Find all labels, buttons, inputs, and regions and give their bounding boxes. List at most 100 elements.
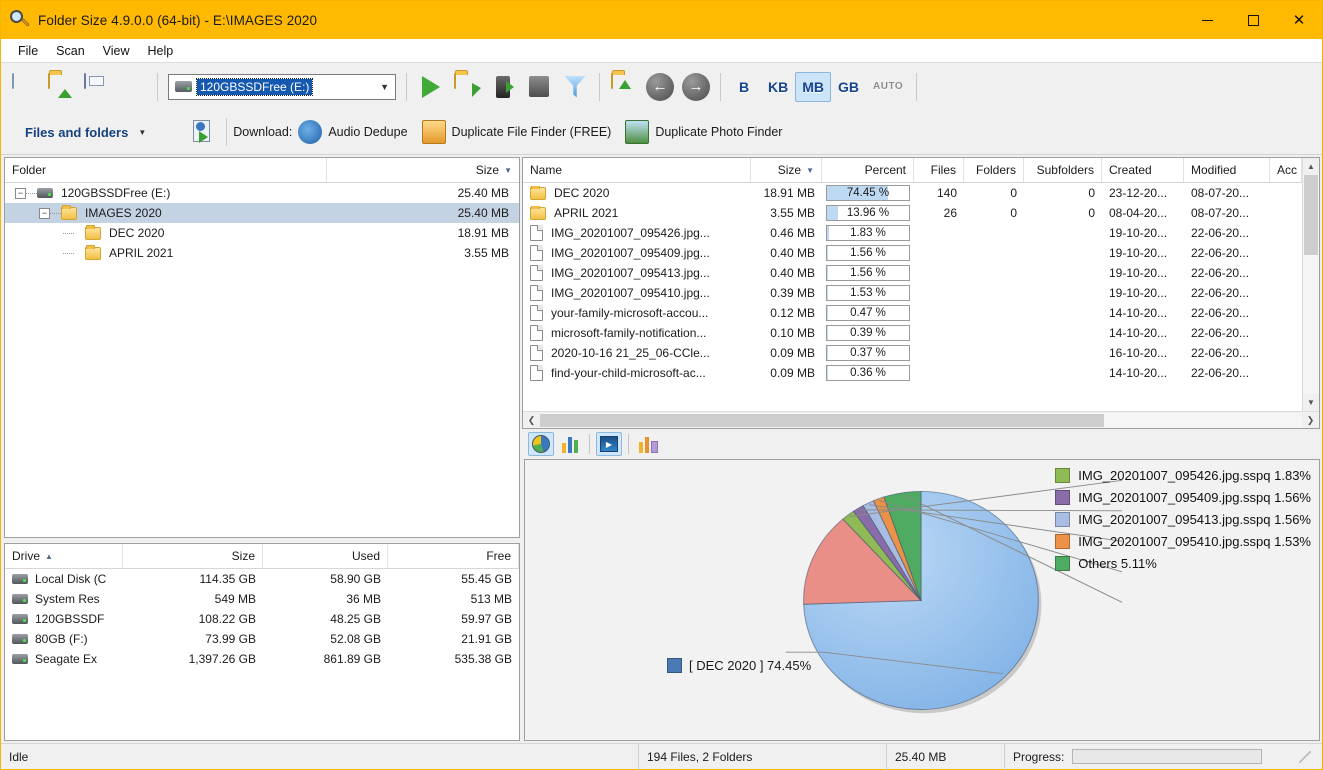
save-chart-icon[interactable] (635, 432, 661, 456)
menu-scan[interactable]: Scan (47, 42, 94, 60)
file-name: IMG_20201007_095409.jpg... (551, 246, 710, 260)
maximize-button[interactable] (1230, 1, 1276, 39)
export-report-icon[interactable] (184, 114, 220, 150)
drive-row[interactable]: Seagate Ex 1,397.26 GB 861.89 GB 535.38 GB (5, 649, 519, 669)
link-audio-dedupe[interactable]: Audio Dedupe (298, 120, 408, 144)
file-row[interactable]: APRIL 2021 3.55 MB 13.96 % 26 0 0 08-04-20... 0… (523, 203, 1302, 223)
file-row[interactable]: 2020-10-16 21_25_06-CCle... 0.09 MB 0.37 %… (523, 343, 1302, 363)
col-modified[interactable]: Modified (1184, 158, 1270, 182)
expander-icon[interactable]: − (39, 207, 50, 219)
bar-chart-icon[interactable] (557, 432, 583, 456)
drive-row[interactable]: 80GB (F:) 73.99 GB 52.08 GB 21.91 GB (5, 629, 519, 649)
col-accessed[interactable]: Acc (1270, 158, 1302, 182)
link-duplicate-file-finder[interactable]: Duplicate File Finder (FREE) (421, 120, 611, 144)
scan-folder-icon[interactable] (449, 69, 485, 105)
col-folders[interactable]: Folders (964, 158, 1024, 182)
file-row[interactable]: microsoft-family-notification... 0.10 MB 0… (523, 323, 1302, 343)
open-folder-icon[interactable] (43, 69, 79, 105)
scan-start-icon[interactable] (413, 69, 449, 105)
back-icon[interactable]: ← (642, 69, 678, 105)
col-percent[interactable]: Percent (822, 158, 914, 182)
drive-row[interactable]: Local Disk (C 114.35 GB 58.90 GB 55.45 GB (5, 569, 519, 589)
resize-grip-icon[interactable] (1299, 750, 1311, 763)
col-files[interactable]: Files (914, 158, 964, 182)
col-subfolders[interactable]: Subfolders (1024, 158, 1102, 182)
save-icon[interactable] (79, 69, 115, 105)
file-created-cell: 14-10-20... (1109, 326, 1168, 340)
link-duplicate-photo-finder[interactable]: Duplicate Photo Finder (625, 120, 782, 144)
chevron-down-icon[interactable]: ▼ (138, 128, 146, 137)
file-modified-cell: 22-06-20... (1191, 346, 1250, 360)
col-name[interactable]: Name (523, 158, 751, 182)
forward-icon[interactable]: → (678, 69, 714, 105)
duplicate-file-finder-icon (421, 120, 446, 144)
unit-gb-button[interactable]: GB (831, 72, 866, 102)
file-row[interactable]: IMG_20201007_095410.jpg... 0.39 MB 1.53 % 1… (523, 283, 1302, 303)
system-drive-icon (12, 574, 28, 584)
tree-col-size[interactable]: Size ▼ (327, 158, 519, 182)
file-name-cell: microsoft-family-notification... (523, 325, 751, 341)
tree-node[interactable]: − 120GBSSDFree (E:) 25.40 MB (5, 183, 519, 203)
scroll-down-icon[interactable]: ▼ (1303, 394, 1319, 411)
pie-chart-icon[interactable] (528, 432, 554, 456)
shield-icon[interactable] (115, 69, 151, 105)
file-icon (530, 285, 543, 301)
menu-view[interactable]: View (94, 42, 139, 60)
chart-image-icon[interactable]: ▶ (596, 432, 622, 456)
vscroll-track[interactable] (1303, 175, 1319, 394)
drive-col-free[interactable]: Free (388, 544, 519, 568)
drive-col-drive[interactable]: Drive ▲ (5, 544, 123, 568)
drive-row[interactable]: 120GBSSDF 108.22 GB 48.25 GB 59.97 GB (5, 609, 519, 629)
hscroll-track[interactable] (540, 412, 1302, 428)
folder-tree-rows[interactable]: −120GBSSDFree (E:) 25.40 MB − IMAGES 2020 25… (5, 183, 519, 537)
expander-icon[interactable]: − (15, 187, 26, 199)
file-modified-cell: 22-06-20... (1191, 226, 1250, 240)
tree-node[interactable]: − IMAGES 2020 25.40 MB (5, 203, 519, 223)
chevron-down-icon[interactable]: ▼ (380, 75, 389, 99)
view-mode-dropdown[interactable]: Files and folders ▼ (11, 125, 146, 140)
file-row[interactable]: find-your-child-microsoft-ac... 0.09 MB 0.… (523, 363, 1302, 383)
scan-computer-icon[interactable] (485, 69, 521, 105)
tree-col-folder[interactable]: Folder (5, 158, 327, 182)
minimize-button[interactable] (1184, 1, 1230, 39)
tree-node-name: DEC 2020 (5, 224, 409, 240)
percent-text: 1.53 % (850, 287, 886, 299)
drive-used-cell: 58.90 GB (330, 572, 381, 586)
col-created[interactable]: Created (1102, 158, 1184, 182)
drive-col-size[interactable]: Size (123, 544, 263, 568)
tree-node[interactable]: APRIL 2021 3.55 MB (5, 243, 519, 263)
file-list-vertical-scrollbar[interactable]: ▲ ▼ (1302, 158, 1319, 411)
unit-mb-button[interactable]: MB (795, 71, 832, 102)
new-scan-icon[interactable] (7, 69, 43, 105)
folder-icon (61, 204, 77, 220)
drive-select[interactable]: 120GBSSDFree (E:) ▼ (168, 73, 396, 100)
file-row[interactable]: your-family-microsoft-accou... 0.12 MB 0.4… (523, 303, 1302, 323)
unit-b-button[interactable]: B (727, 72, 761, 102)
menu-help[interactable]: Help (139, 42, 183, 60)
drive-list-rows[interactable]: Local Disk (C 114.35 GB 58.90 GB 55.45 GB Sy… (5, 569, 519, 740)
hscroll-thumb[interactable] (540, 413, 1104, 427)
vscroll-thumb[interactable] (1304, 175, 1318, 255)
unit-kb-button[interactable]: KB (761, 72, 795, 102)
file-created-cell: 14-10-20... (1109, 306, 1168, 320)
scroll-up-icon[interactable]: ▲ (1303, 158, 1319, 175)
filter-icon[interactable] (557, 69, 593, 105)
drive-row[interactable]: System Res 549 MB 36 MB 513 MB (5, 589, 519, 609)
scroll-right-icon[interactable]: ❯ (1302, 415, 1319, 426)
close-button[interactable]: ✕ (1276, 1, 1322, 39)
file-row[interactable]: IMG_20201007_095413.jpg... 0.40 MB 1.56 % 1… (523, 263, 1302, 283)
unit-auto-button[interactable]: AUTO (866, 72, 910, 102)
stop-icon[interactable] (521, 69, 557, 105)
col-size[interactable]: Size ▼ (751, 158, 822, 182)
up-folder-icon[interactable] (606, 69, 642, 105)
menu-file[interactable]: File (9, 42, 47, 60)
file-row[interactable]: IMG_20201007_095409.jpg... 0.40 MB 1.56 % 1… (523, 243, 1302, 263)
file-row[interactable]: DEC 2020 18.91 MB 74.45 % 140 0 0 23-12-20... 0… (523, 183, 1302, 203)
tree-node[interactable]: DEC 2020 18.91 MB (5, 223, 519, 243)
drive-col-used[interactable]: Used (263, 544, 388, 568)
file-list-horizontal-scrollbar[interactable]: ❮ ❯ (523, 411, 1319, 428)
file-row[interactable]: IMG_20201007_095426.jpg... 0.46 MB 1.83 % 1… (523, 223, 1302, 243)
scroll-left-icon[interactable]: ❮ (523, 415, 540, 426)
file-files-cell: 140 (936, 186, 957, 200)
file-list-rows[interactable]: DEC 2020 18.91 MB 74.45 % 140 0 0 23-12-20... 0… (523, 183, 1302, 411)
